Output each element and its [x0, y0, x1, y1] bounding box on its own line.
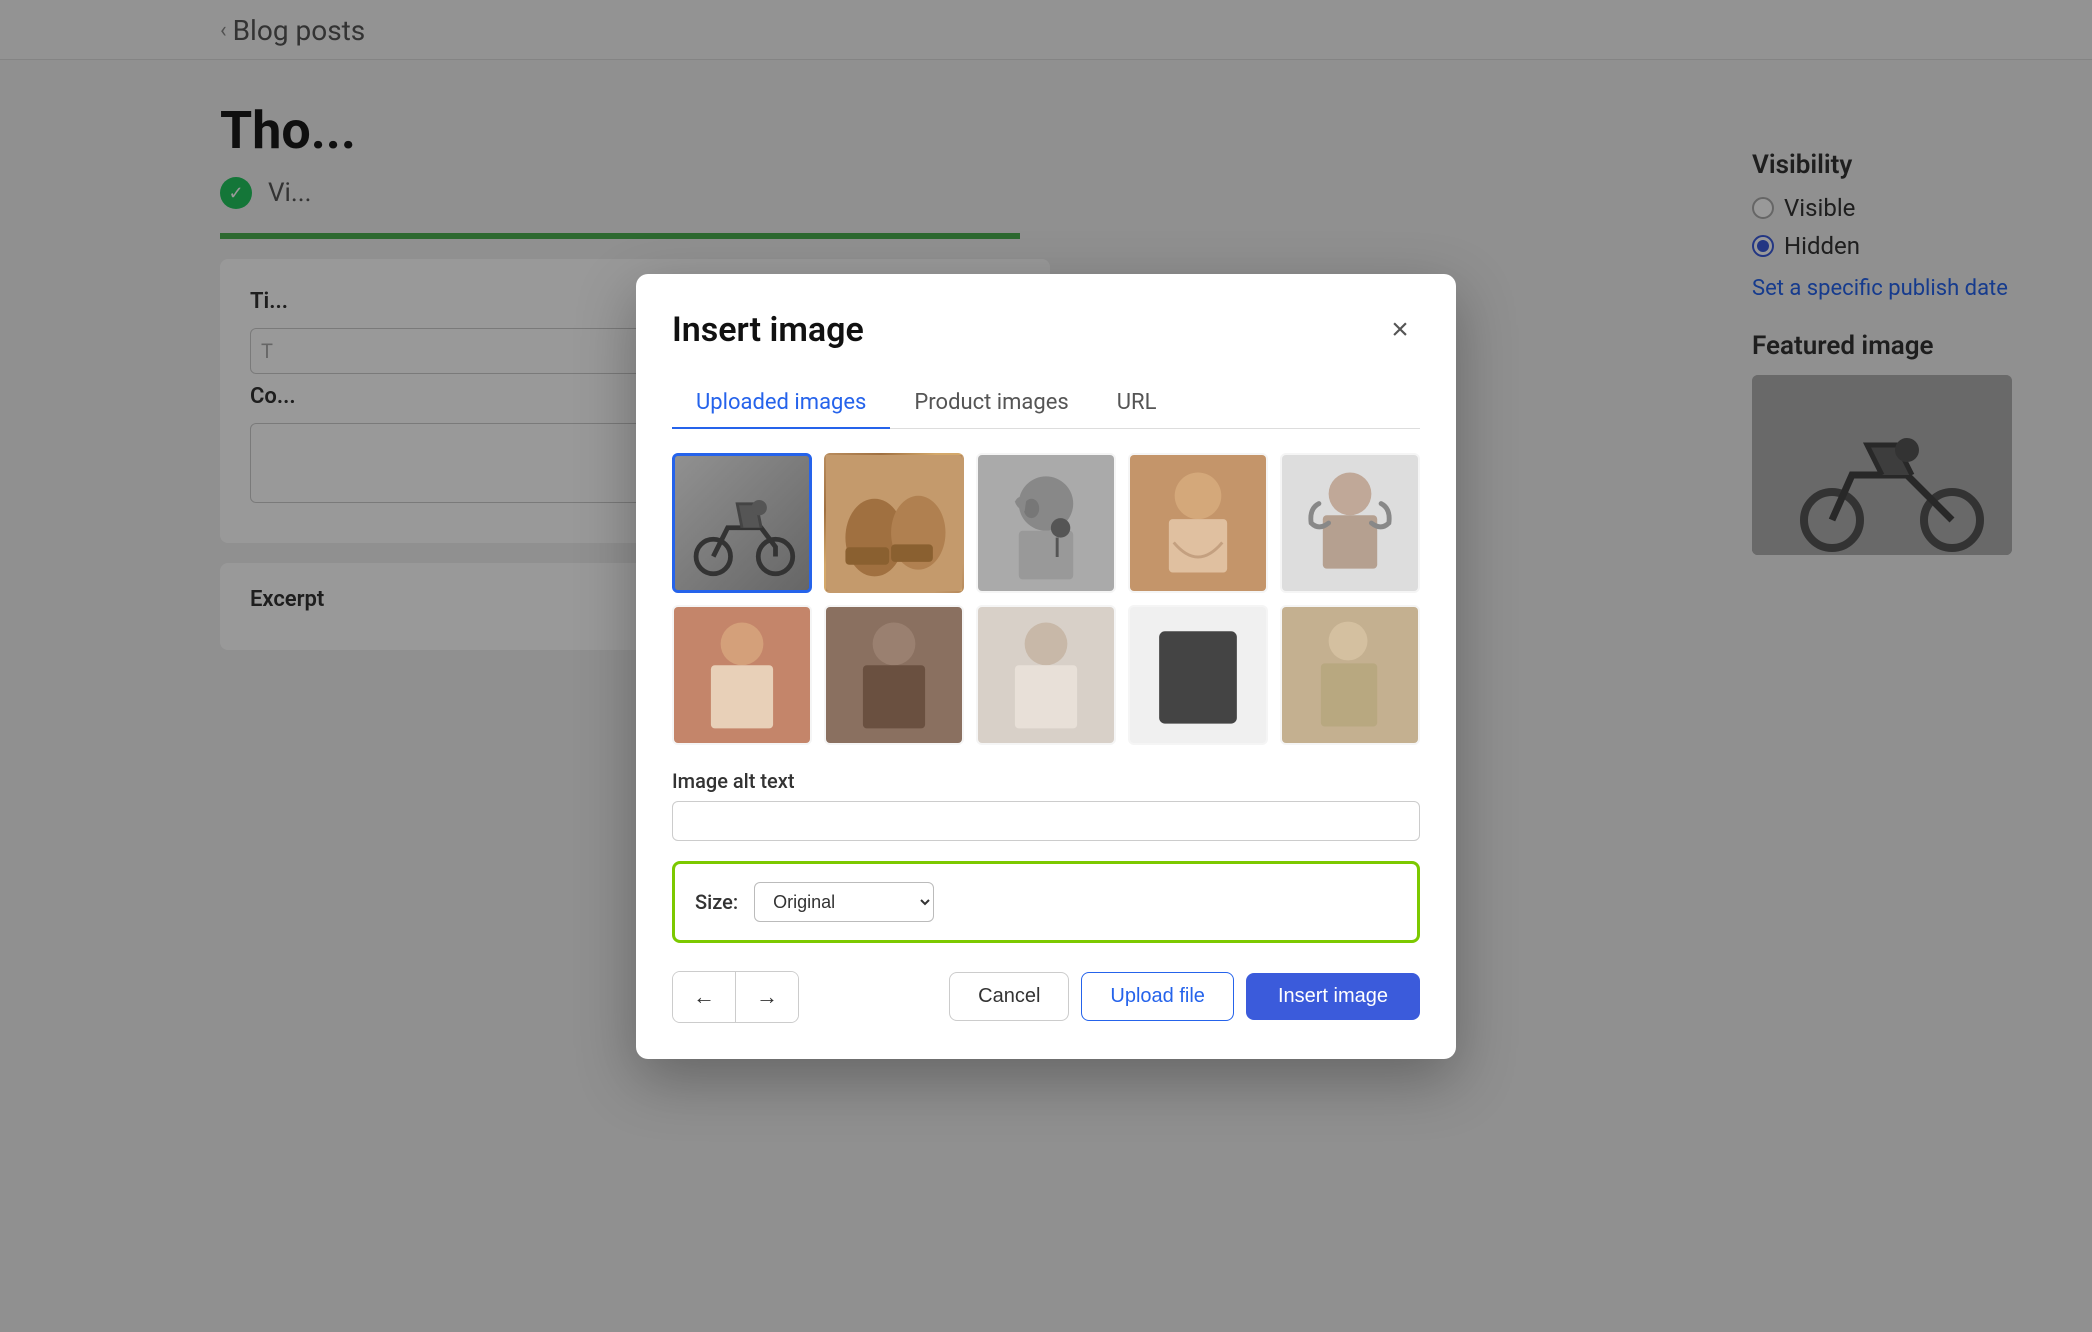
image-thumbnail — [978, 607, 1114, 743]
image-thumbnail — [978, 455, 1114, 591]
image-grid — [672, 453, 1420, 745]
image-cell[interactable] — [1280, 453, 1420, 593]
image-thumbnail — [1282, 607, 1418, 743]
image-thumbnail — [826, 455, 962, 591]
next-icon: → — [756, 984, 778, 1009]
image-cell[interactable] — [1280, 605, 1420, 745]
next-button[interactable]: → — [736, 972, 798, 1022]
image-cell[interactable] — [976, 453, 1116, 593]
tab-url[interactable]: URL — [1093, 378, 1181, 429]
modal-overlay: Insert image × Uploaded images Product i… — [0, 0, 2092, 1332]
image-thumbnail — [1282, 455, 1418, 591]
modal-title: Insert image — [672, 310, 864, 350]
image-cell[interactable] — [672, 605, 812, 745]
image-cell[interactable] — [1128, 605, 1268, 745]
image-cell[interactable] — [824, 605, 964, 745]
size-select[interactable]: Original Small Medium Large — [754, 882, 934, 922]
prev-button[interactable]: ← — [673, 972, 736, 1022]
insert-image-button[interactable]: Insert image — [1246, 973, 1420, 1020]
modal-footer: ← → Cancel Upload file Insert image — [672, 971, 1420, 1023]
tab-product-images[interactable]: Product images — [890, 378, 1092, 429]
insert-image-modal: Insert image × Uploaded images Product i… — [636, 274, 1456, 1059]
image-tabs: Uploaded images Product images URL — [672, 378, 1420, 429]
prev-icon: ← — [693, 984, 715, 1009]
upload-file-button[interactable]: Upload file — [1081, 972, 1234, 1021]
close-icon: × — [1391, 313, 1409, 347]
image-cell[interactable] — [976, 605, 1116, 745]
image-cell[interactable] — [672, 453, 812, 593]
cancel-button[interactable]: Cancel — [949, 972, 1069, 1021]
tab-uploaded-images[interactable]: Uploaded images — [672, 378, 890, 429]
alt-text-label: Image alt text — [672, 769, 1420, 793]
image-thumbnail — [674, 607, 810, 743]
modal-header: Insert image × — [672, 310, 1420, 350]
image-thumbnail — [826, 607, 962, 743]
image-thumbnail — [1130, 455, 1266, 591]
close-button[interactable]: × — [1380, 310, 1420, 350]
image-thumbnail — [675, 456, 809, 590]
size-label: Size: — [695, 890, 738, 914]
size-section: Size: Original Small Medium Large — [672, 861, 1420, 943]
image-cell[interactable] — [1128, 453, 1268, 593]
pagination-nav: ← → — [672, 971, 799, 1023]
image-cell[interactable] — [824, 453, 964, 593]
image-thumbnail — [1130, 607, 1266, 743]
action-buttons: Cancel Upload file Insert image — [949, 972, 1420, 1021]
alt-text-input[interactable] — [672, 801, 1420, 841]
